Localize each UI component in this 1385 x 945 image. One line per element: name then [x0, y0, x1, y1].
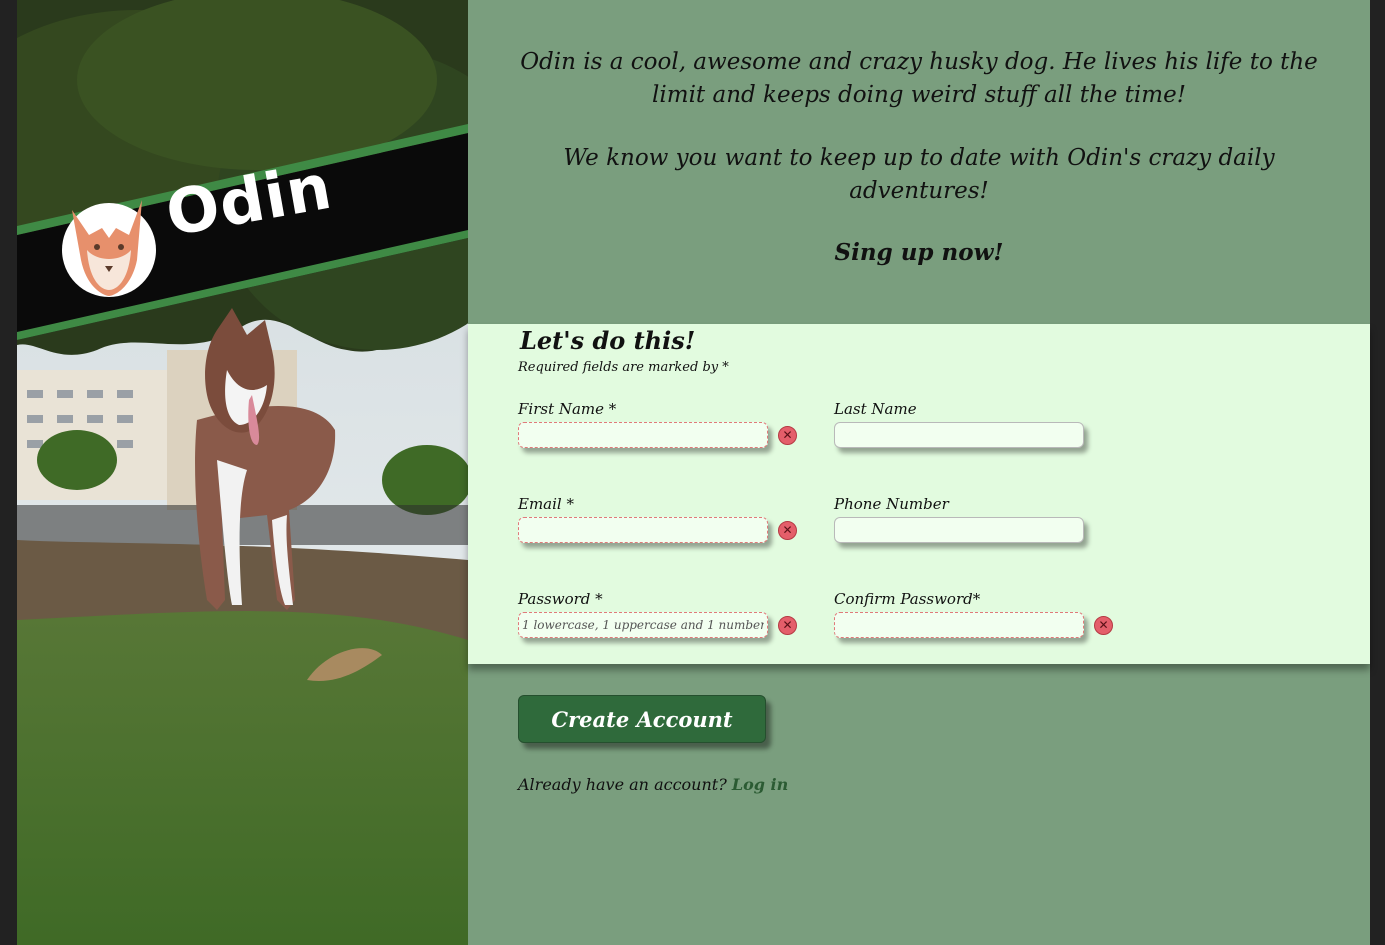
first-name-label: First Name * — [518, 400, 617, 418]
phone-label: Phone Number — [834, 495, 949, 513]
last-name-input[interactable] — [834, 422, 1084, 448]
x-circle-icon: ✕ — [778, 520, 797, 540]
required-note: Required fields are marked by * — [518, 360, 729, 375]
first-name-field-group: First Name * ✕ — [518, 400, 818, 448]
phone-field-group: Phone Number — [834, 495, 1134, 543]
password-input[interactable] — [518, 612, 768, 638]
hero-sidebar: Odin — [17, 0, 468, 945]
intro-section: Odin is a cool, awesome and crazy husky … — [508, 46, 1330, 299]
last-name-field-group: Last Name — [834, 400, 1134, 448]
signup-form: Let's do this! Required fields are marke… — [468, 324, 1370, 664]
last-name-label: Last Name — [834, 400, 917, 418]
confirm-password-field-group: Confirm Password* ✕ — [834, 590, 1134, 638]
email-field-group: Email * ✕ — [518, 495, 818, 543]
signup-cta: Sing up now! — [834, 239, 1004, 266]
form-title: Let's do this! — [520, 326, 696, 355]
main-panel: Odin is a cool, awesome and crazy husky … — [468, 0, 1370, 945]
login-prompt: Already have an account? Log in — [518, 775, 788, 794]
login-link[interactable]: Log in — [732, 775, 788, 794]
x-circle-icon: ✕ — [778, 615, 797, 635]
login-prompt-text: Already have an account? — [518, 775, 727, 794]
x-circle-icon: ✕ — [778, 425, 797, 445]
password-label: Password * — [518, 590, 603, 608]
first-name-input[interactable] — [518, 422, 768, 448]
email-input[interactable] — [518, 517, 768, 543]
create-account-button[interactable]: Create Account — [518, 695, 766, 743]
intro-paragraph-1: Odin is a cool, awesome and crazy husky … — [520, 49, 1318, 108]
email-label: Email * — [518, 495, 574, 513]
confirm-password-label: Confirm Password* — [834, 590, 981, 608]
husky-photo — [17, 0, 468, 945]
intro-paragraph-2: We know you want to keep up to date with… — [563, 145, 1275, 204]
x-circle-icon: ✕ — [1094, 615, 1113, 635]
phone-input[interactable] — [834, 517, 1084, 543]
confirm-password-input[interactable] — [834, 612, 1084, 638]
password-field-group: Password * ✕ — [518, 590, 818, 638]
